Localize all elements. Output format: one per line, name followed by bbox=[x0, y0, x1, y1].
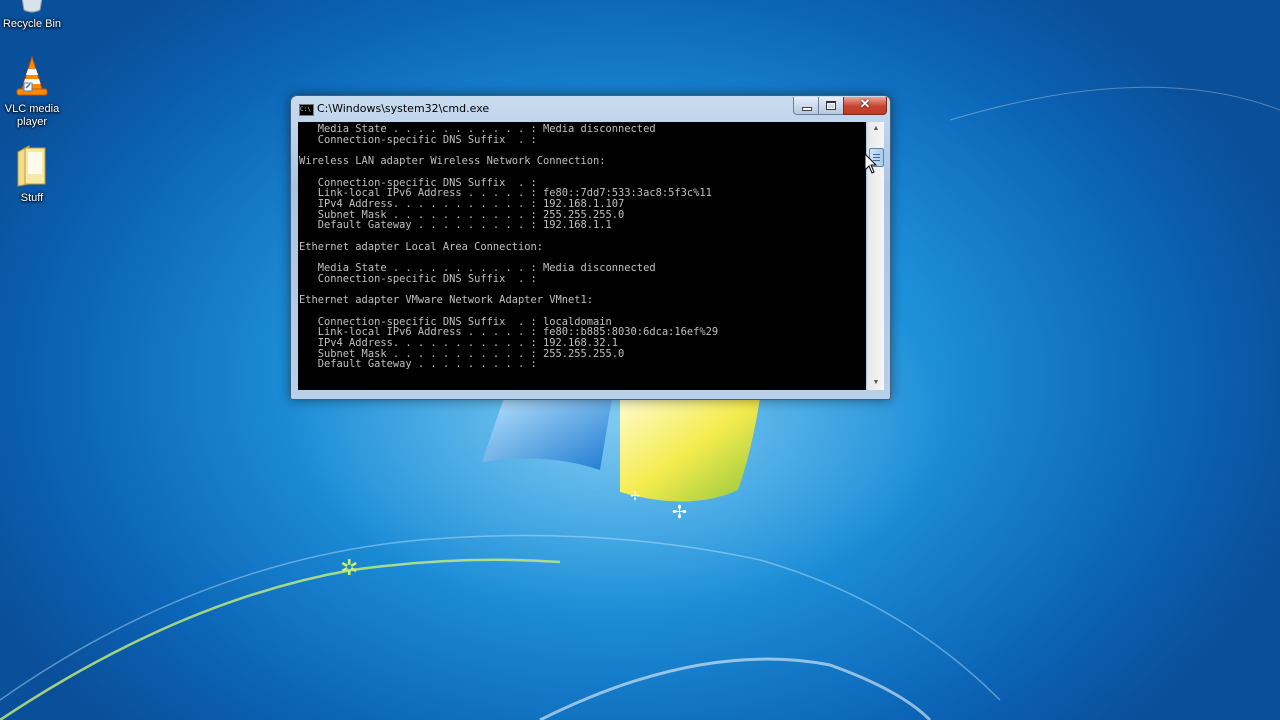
maximize-button[interactable] bbox=[818, 97, 844, 115]
desktop-icon-stuff-folder[interactable]: Stuff bbox=[0, 144, 69, 205]
svg-text:✲: ✲ bbox=[340, 556, 358, 581]
vlc-cone-icon bbox=[16, 55, 48, 96]
console-icon: C:\ bbox=[299, 104, 314, 116]
desktop-icon-label: Stuff bbox=[20, 192, 44, 204]
console-text: Media State . . . . . . . . . . . : Medi… bbox=[299, 123, 719, 371]
recycle-bin-icon bbox=[21, 0, 43, 13]
window-title: C:\Windows\system32\cmd.exe bbox=[317, 102, 490, 115]
folder-icon bbox=[17, 145, 46, 187]
scroll-up-arrow-icon[interactable]: ▲ bbox=[868, 122, 884, 136]
close-button[interactable]: ✕ bbox=[843, 96, 887, 115]
desktop-icon-label: Recycle Bin bbox=[2, 18, 62, 30]
minimize-button[interactable] bbox=[793, 97, 819, 115]
desktop-icon-vlc[interactable]: VLC media player bbox=[0, 55, 69, 129]
console-output[interactable]: Media State . . . . . . . . . . . : Medi… bbox=[298, 122, 866, 390]
minimize-icon bbox=[802, 107, 812, 111]
cmd-window[interactable]: C:\ C:\Windows\system32\cmd.exe ✕ Media … bbox=[290, 95, 891, 400]
close-icon: ✕ bbox=[859, 96, 871, 111]
title-bar[interactable]: C:\ C:\Windows\system32\cmd.exe ✕ bbox=[291, 96, 890, 120]
maximize-icon bbox=[826, 101, 836, 110]
svg-text:✢: ✢ bbox=[672, 502, 687, 523]
svg-text:✢: ✢ bbox=[630, 489, 640, 503]
mouse-pointer-icon bbox=[864, 153, 878, 174]
scroll-down-arrow-icon[interactable]: ▼ bbox=[868, 376, 884, 390]
desktop-icon-label: VLC media player bbox=[4, 103, 60, 128]
desktop-icon-recycle-bin[interactable]: Recycle Bin bbox=[0, 0, 69, 31]
